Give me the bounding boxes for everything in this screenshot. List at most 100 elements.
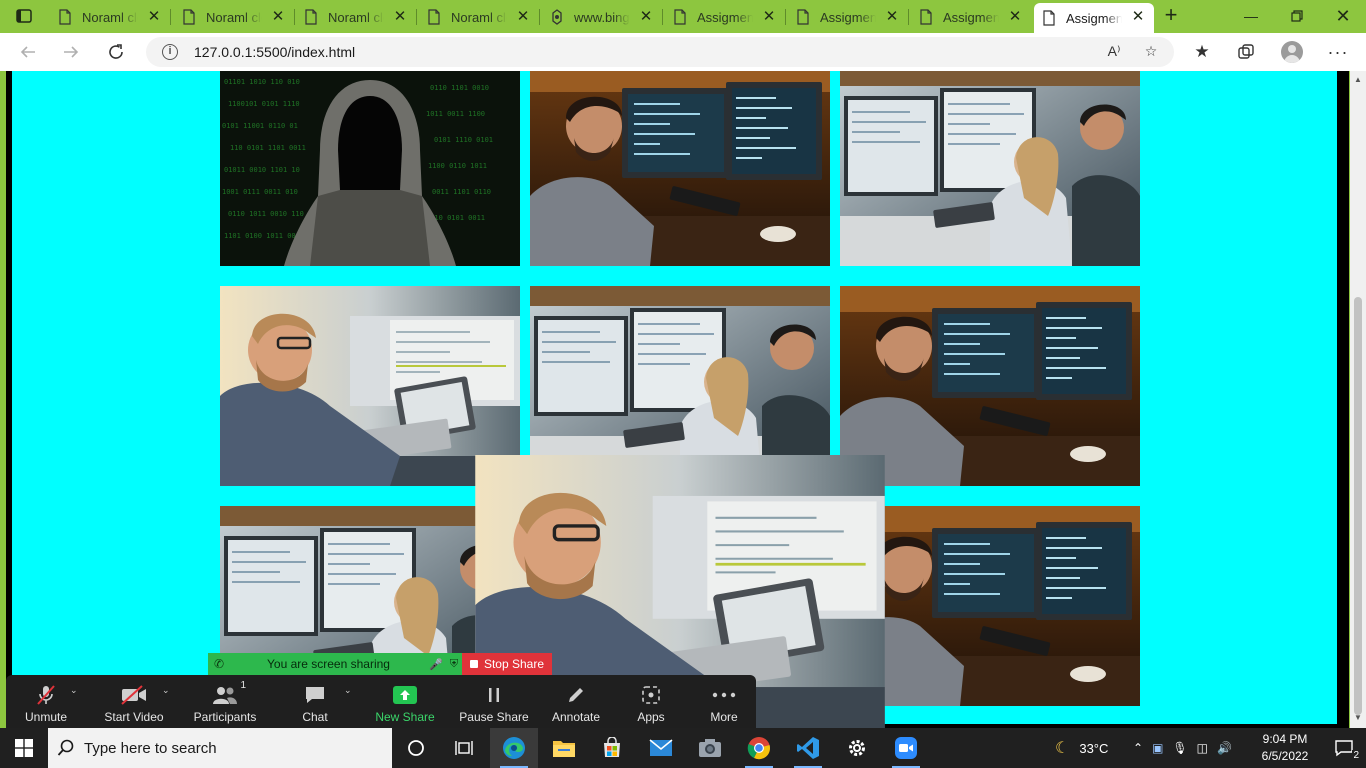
favorites-icon[interactable]: ★ <box>1190 40 1214 64</box>
scroll-down-icon[interactable]: ▼ <box>1353 713 1363 723</box>
site-info-icon[interactable]: i <box>162 44 178 60</box>
new-tab-button[interactable]: + <box>1160 4 1182 27</box>
tab-close-icon[interactable]: ✕ <box>1007 9 1023 25</box>
forward-button[interactable] <box>58 40 84 64</box>
page-icon <box>1043 10 1055 26</box>
share-screen-icon <box>390 683 420 707</box>
gallery-image-developers-pair <box>840 71 1140 266</box>
add-favorite-icon[interactable]: ☆ <box>1141 43 1161 61</box>
tab-title: Noraml clone <box>82 9 138 25</box>
chrome-icon[interactable] <box>735 728 783 768</box>
notification-center-button[interactable]: 2 <box>1322 728 1366 768</box>
tab-title: Noraml clone <box>206 9 262 25</box>
read-aloud-icon[interactable]: A⁾ <box>1104 43 1124 61</box>
network-icon[interactable]: ◫ <box>1197 741 1208 755</box>
collections-icon[interactable] <box>1234 40 1258 64</box>
tab-close-icon[interactable]: ✕ <box>146 9 162 25</box>
page-icon <box>797 9 809 25</box>
close-window-button[interactable]: ✕ <box>1320 4 1366 28</box>
page-icon <box>305 9 317 25</box>
pause-icon <box>479 683 509 707</box>
more-label: More <box>710 710 738 724</box>
url-bar[interactable]: i 127.0.0.1:5500/index.html A⁾ ☆ <box>146 37 1174 67</box>
settings-more-icon[interactable]: ··· <box>1326 40 1350 64</box>
browser-tab[interactable]: Assigment ✕ <box>1034 3 1154 33</box>
page-scrollbar[interactable]: ▲ ▼ <box>1350 71 1366 728</box>
profile-avatar[interactable] <box>1281 41 1303 63</box>
volume-icon[interactable]: 🔊 <box>1217 741 1232 755</box>
settings-gear-icon[interactable] <box>833 728 881 768</box>
page-icon <box>674 9 686 25</box>
camera-icon[interactable] <box>686 728 734 768</box>
apps-label: Apps <box>637 710 665 724</box>
audio-options-caret-icon[interactable]: ⌄ <box>70 685 78 696</box>
show-hidden-icons-chevron-icon[interactable]: ⌃ <box>1133 741 1143 755</box>
pause-share-button[interactable]: Pause Share <box>458 675 530 728</box>
taskbar-clock[interactable]: 9:04 PM 6/5/2022 <box>1252 731 1318 765</box>
tab-close-icon[interactable]: ✕ <box>392 9 408 25</box>
annotate-button[interactable]: Annotate <box>546 675 606 728</box>
tab-close-icon[interactable]: ✕ <box>270 9 286 25</box>
scroll-up-icon[interactable]: ▲ <box>1353 75 1363 85</box>
weather-widget[interactable]: ☾ 33°C <box>1055 728 1108 768</box>
tab-close-icon[interactable]: ✕ <box>1130 9 1146 25</box>
participants-count: 1 <box>240 680 246 691</box>
video-options-caret-icon[interactable]: ⌄ <box>162 685 170 696</box>
tab-close-icon[interactable]: ✕ <box>515 9 531 25</box>
url-text[interactable]: 127.0.0.1:5500/index.html <box>194 44 355 60</box>
browser-tab[interactable]: www.bing.com ✕ <box>542 3 663 31</box>
microphone-tray-icon[interactable]: 🎙 <box>1172 741 1187 755</box>
chat-options-caret-icon[interactable]: ⌄ <box>344 685 352 696</box>
new-share-button[interactable]: New Share <box>370 675 440 728</box>
start-video-button[interactable]: Start Video <box>101 675 167 728</box>
search-icon <box>48 739 84 757</box>
browser-tab[interactable]: Assigment ✕ <box>788 3 909 31</box>
screen-sharing-banner[interactable]: ✆ You are screen sharing 🎤 ⛨ <box>208 653 463 675</box>
notification-icon <box>1335 740 1353 757</box>
vscode-icon[interactable] <box>784 728 832 768</box>
loading-icon <box>552 9 562 25</box>
browser-tab[interactable]: Noraml clone ✕ <box>296 3 417 31</box>
browser-tab[interactable]: Assigment ✕ <box>911 3 1031 31</box>
edge-browser-icon[interactable] <box>490 728 538 768</box>
mail-icon[interactable] <box>637 728 685 768</box>
zoom-app-icon[interactable] <box>882 728 930 768</box>
taskbar-search[interactable]: Type here to search <box>48 728 392 768</box>
start-button[interactable] <box>0 728 48 768</box>
weather-temperature: 33°C <box>1079 740 1109 756</box>
tab-title: Assigment <box>1066 10 1122 26</box>
apps-button[interactable]: Apps <box>626 675 676 728</box>
more-button[interactable]: More <box>699 675 749 728</box>
restore-button[interactable] <box>1274 4 1320 28</box>
participants-button[interactable]: 1 Participants <box>190 675 260 728</box>
stop-share-button[interactable]: Stop Share <box>462 653 552 675</box>
browser-tab[interactable]: Assigment ✕ <box>665 3 786 31</box>
browser-tab[interactable]: Noraml clone ✕ <box>50 3 171 31</box>
scrollbar-thumb[interactable] <box>1354 297 1362 715</box>
zoom-tray-icon[interactable]: ▣ <box>1152 741 1163 755</box>
tab-close-icon[interactable]: ✕ <box>638 9 654 25</box>
annotate-label: Annotate <box>551 710 601 724</box>
tab-close-icon[interactable]: ✕ <box>884 9 900 25</box>
browser-tab[interactable]: Noraml clone ✕ <box>419 3 540 31</box>
tab-close-icon[interactable]: ✕ <box>761 9 777 25</box>
minimize-button[interactable]: — <box>1228 4 1274 28</box>
video-off-icon <box>119 683 149 707</box>
mic-muted-icon: 🎤 <box>429 658 443 671</box>
file-explorer-icon[interactable] <box>540 728 588 768</box>
address-bar-row: i 127.0.0.1:5500/index.html A⁾ ☆ ★ ··· <box>0 33 1366 71</box>
chat-label: Chat <box>302 710 328 724</box>
task-view-icon[interactable] <box>440 728 488 768</box>
tab-actions-icon[interactable] <box>12 5 36 27</box>
chat-button[interactable]: Chat <box>290 675 340 728</box>
screen-sharing-label: You are screen sharing <box>267 657 390 671</box>
unmute-button[interactable]: Unmute <box>16 675 76 728</box>
phone-icon: ✆ <box>213 657 225 671</box>
tab-title: Assigment <box>820 9 876 25</box>
tab-title: Assigment <box>943 9 999 25</box>
cortana-icon[interactable] <box>392 728 440 768</box>
refresh-button[interactable] <box>103 40 129 64</box>
browser-tab[interactable]: Noraml clone ✕ <box>174 3 295 31</box>
microsoft-store-icon[interactable] <box>588 728 636 768</box>
back-button[interactable] <box>15 40 41 64</box>
